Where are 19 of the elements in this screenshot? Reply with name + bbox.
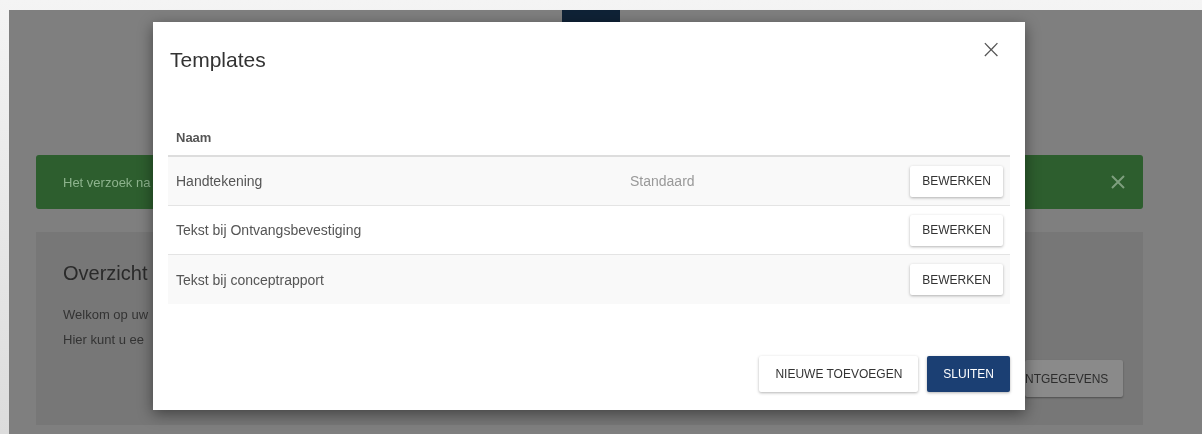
template-name: Tekst bij conceptrapport	[176, 271, 325, 288]
add-new-button[interactable]: NIEUWE TOEVOEGEN	[759, 356, 919, 392]
card-text: Welkom op uw	[63, 306, 148, 324]
close-icon[interactable]	[1111, 175, 1125, 189]
status-label: Standaard	[630, 173, 696, 189]
card-button[interactable]: NTGEGEVENS	[1025, 360, 1123, 397]
card-text: Hier kunt u ee	[63, 331, 144, 349]
close-dialog-button[interactable]: SLUITEN	[927, 356, 1010, 392]
dialog-title: Templates	[170, 48, 266, 72]
template-name: Tekst bij Ontvangsbevestiging	[176, 222, 363, 238]
edit-button[interactable]: BEWERKEN	[910, 264, 1003, 295]
close-button[interactable]: ×	[976, 36, 1006, 62]
edit-button[interactable]: BEWERKEN	[910, 165, 1003, 197]
edit-button[interactable]: BEWERKEN	[910, 214, 1003, 246]
alert-message: Het verzoek na	[63, 174, 151, 190]
column-header: Naam	[176, 129, 212, 145]
template-name: Handtekening	[176, 173, 264, 189]
header-bar	[562, 10, 620, 22]
card-title: Overzicht	[63, 262, 148, 285]
